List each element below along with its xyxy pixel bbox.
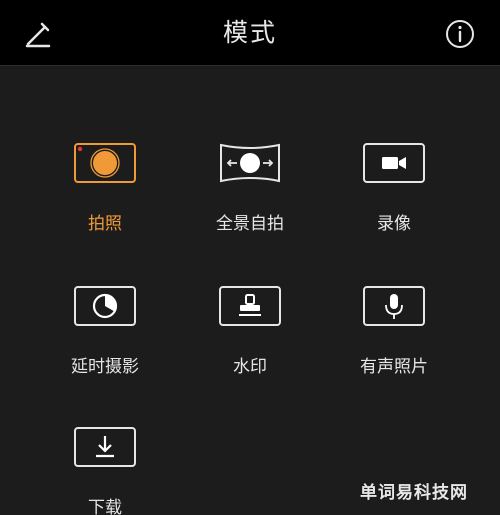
info-icon xyxy=(446,20,474,48)
mode-download[interactable]: 下载 xyxy=(40,427,170,515)
mode-watermark[interactable]: 水印 xyxy=(185,286,315,396)
site-watermark: 单词易科技网 xyxy=(360,483,468,503)
mode-timelapse-label: 延时摄影 xyxy=(71,357,139,377)
mode-panorama-selfie-label: 全景自拍 xyxy=(216,214,284,234)
mode-timelapse[interactable]: 延时摄影 xyxy=(40,286,170,396)
download-icon xyxy=(74,427,136,467)
mode-audio-photo[interactable]: 有声照片 xyxy=(329,286,459,396)
microphone-icon xyxy=(363,286,425,326)
mode-video-label: 录像 xyxy=(377,214,411,234)
shutter-icon xyxy=(74,143,136,183)
mode-audio-photo-label: 有声照片 xyxy=(360,357,428,377)
pencil-icon xyxy=(25,22,51,48)
video-camera-icon xyxy=(363,143,425,183)
info-button[interactable] xyxy=(440,14,480,54)
timelapse-icon xyxy=(74,286,136,326)
top-bar: 模式 xyxy=(0,0,500,66)
mode-video[interactable]: 录像 xyxy=(329,143,459,253)
mode-photo-label: 拍照 xyxy=(88,214,122,234)
page-title: 模式 xyxy=(222,18,277,47)
edit-button[interactable] xyxy=(18,14,58,54)
mode-screen: 模式 拍照 全景自拍 录像 延时摄影 水印 有声照片 下载 单词易科技网 xyxy=(0,0,500,515)
stamp-icon xyxy=(219,286,281,326)
mode-photo[interactable]: 拍照 xyxy=(40,143,170,253)
mode-panorama-selfie[interactable]: 全景自拍 xyxy=(185,143,315,253)
panorama-icon xyxy=(220,143,280,183)
mode-watermark-label: 水印 xyxy=(233,357,267,377)
mode-download-label: 下载 xyxy=(88,498,122,515)
